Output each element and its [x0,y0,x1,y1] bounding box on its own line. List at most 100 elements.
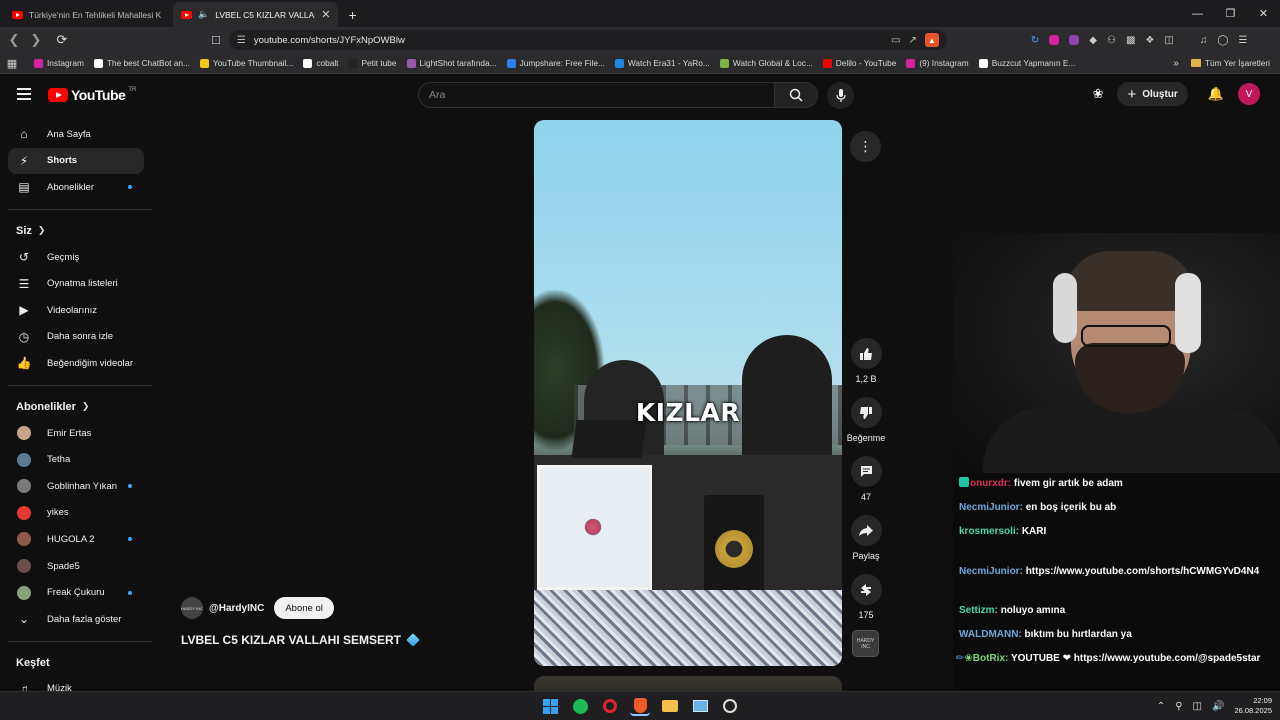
close-tab-icon[interactable]: ✕ [321,8,330,21]
bookmark-item[interactable]: (9) Instagram [906,58,969,68]
chat-message: NecmiJunior: en boş içerik bu ab [959,500,1271,515]
sidebar-item[interactable]: ↺ Geçmiş [0,244,160,271]
notifications-bell-icon[interactable]: 🔔 [1208,86,1224,102]
sidebar-item-label: Goblinhan Yıkan [47,480,118,492]
back-icon[interactable]: ❮ [3,32,25,48]
channel-handle[interactable]: @HardyINC [209,603,264,614]
sidebar-item[interactable]: ◷ Daha sonra izle [0,324,160,351]
sidebar-item[interactable]: HUGOLA 2 [0,526,160,553]
sidebar-item[interactable]: Freak Çukuru [0,579,160,606]
close-window-button[interactable]: ✕ [1247,0,1280,27]
bookmark-item[interactable]: LightShot tarafında... [406,58,497,68]
volume-icon[interactable]: 🔊 [1212,701,1224,712]
steam-icon[interactable] [720,696,740,716]
spotify-icon[interactable] [570,696,590,716]
sidebar-item[interactable]: ⌂ Ana Sayfa [0,121,160,148]
microphone-tray-icon[interactable]: ⚲ [1175,701,1182,712]
youtube-logo[interactable]: YouTube TR [48,87,136,103]
hamburger-menu-icon[interactable] [17,88,31,100]
network-icon[interactable]: ◫ [1193,701,1202,712]
shorts-video-player[interactable]: KIZLAR [534,120,842,666]
extension-icon[interactable]: ◆ [1089,35,1097,46]
more-options-button[interactable]: ⋮ [850,131,881,162]
menu-icon[interactable]: ☰ [1239,35,1248,46]
account-avatar[interactable]: V [1238,83,1260,105]
media-icon[interactable]: ♫ [1200,35,1208,46]
speaker-icon[interactable]: 🔈 [198,9,209,20]
like-button[interactable]: 1,2 B [846,338,886,384]
sidebar-item[interactable]: Emir Ertas [0,420,160,447]
file-explorer-icon[interactable] [660,696,680,716]
channel-thumbnail[interactable]: HARDY INC [852,630,879,657]
bookmark-item[interactable]: Watch Era31 - YaRo... [614,58,710,68]
browser-tab[interactable]: Türkiye'nin En Tehlikeli Mahallesi Kons [4,2,169,27]
extension-icon[interactable]: ▩ [1126,35,1135,46]
youtube-favicon-icon [181,10,192,19]
sidebar-you-heading[interactable]: Siz ❯ [0,218,160,244]
share-icon[interactable]: ↗ [908,35,916,46]
sidebar-item[interactable]: yikes [0,500,160,527]
remix-button[interactable]: 175 [846,574,886,620]
sidebar-item[interactable]: Tetha [0,446,160,473]
vpn-icon[interactable]: ◯ [1217,35,1228,46]
brave-browser-icon[interactable] [630,696,650,716]
sidebar-subscriptions-heading[interactable]: Abonelikler ❯ [0,394,160,420]
search-button[interactable] [775,82,818,108]
subscribe-button[interactable]: Abone ol [274,597,334,619]
brave-shields-icon[interactable]: ▲ [924,33,939,47]
sidebar-toggle-icon[interactable]: ◫ [1164,35,1173,46]
bookmark-item[interactable]: Jumpshare: Free File... [506,58,605,68]
browser-tab-active[interactable]: 🔈 LVBEL C5 KIZLAR VALLAHI SEMSERT ✕ [173,2,339,27]
voice-search-button[interactable] [827,82,854,109]
forward-icon[interactable]: ❯ [25,32,47,48]
bookmark-label: (9) Instagram [919,58,969,68]
bookmark-item[interactable]: cobalt [303,58,338,68]
extension-icon[interactable] [1049,35,1060,45]
bookmark-item[interactable]: Petit tube [348,58,397,68]
bookmark-item[interactable]: The best ChatBot an... [93,58,190,68]
minimize-button[interactable]: — [1181,0,1214,27]
reload-icon[interactable]: ⟳ [51,32,73,48]
bookmark-icon[interactable]: ☐ [211,34,221,47]
bookmark-item[interactable]: YouTube Thumbnail... [199,58,293,68]
sidebar-item[interactable]: ▤ Abonelikler [0,174,160,201]
site-settings-icon[interactable]: ☰ [237,35,246,46]
opera-icon[interactable] [600,696,620,716]
new-tab-button[interactable]: + [348,7,356,23]
bookmark-item[interactable]: Instagram [34,58,84,68]
extension-icon[interactable] [1069,35,1080,45]
dislike-button[interactable]: Beğenme [846,397,886,443]
more-bookmarks-icon[interactable]: » [1173,58,1179,69]
comments-button[interactable]: 47 [846,456,886,502]
video-title-row[interactable]: LVBEL C5 KIZLAR VALLAHI SEMSERT [181,633,420,647]
extension-icon[interactable]: ⚇ [1107,35,1116,46]
restore-button[interactable]: ❐ [1214,0,1247,27]
search-input[interactable] [418,82,775,108]
sidebar-item[interactable]: Goblinhan Yıkan [0,473,160,500]
share-button[interactable]: Paylaş [846,515,886,561]
cast-icon[interactable]: ▭ [891,35,900,46]
extensions-puzzle-icon[interactable]: ❖ [1145,35,1154,46]
channel-avatar[interactable]: HARDY INC [181,597,203,619]
create-button[interactable]: + Oluştur [1117,82,1188,106]
show-more-button[interactable]: ⌄ Daha fazla göster [0,606,160,633]
all-bookmarks-folder[interactable]: Tüm Yer İşaretleri [1190,58,1270,68]
windows-start-icon[interactable] [540,696,560,716]
extension-icon[interactable]: ↻ [1031,35,1039,46]
apps-grid-icon[interactable]: ▦ [0,57,24,70]
bookmark-item[interactable]: Watch Global & Loc... [719,58,813,68]
sidebar-item[interactable]: ⚡ Shorts [8,147,144,175]
tray-expand-icon[interactable]: ⌃ [1157,701,1165,712]
sidebar-item[interactable]: ▶ Videolarınız [0,297,160,324]
sidebar-item[interactable]: Spade5 [0,553,160,580]
studio-icon[interactable]: ❀ [1093,86,1104,102]
address-bar[interactable]: ☰ youtube.com/shorts/JYFxNpOWBlw ▭ ↗ ▲ [228,30,947,50]
sidebar-item[interactable]: ☰ Oynatma listeleri [0,270,160,297]
chat-username: krosmersoli: [959,526,1020,537]
bookmark-item[interactable]: Buzzcut Yapmanın E... [978,58,1075,68]
control-panel-icon[interactable] [690,696,710,716]
sidebar-item[interactable]: 👍 Beğendiğim videolar [0,350,160,377]
sidebar-item[interactable]: ♫ Müzik [0,676,160,691]
clock[interactable]: 22:09 26.08.2025 [1234,696,1272,716]
bookmark-item[interactable]: Delilo - YouTube [822,58,896,68]
